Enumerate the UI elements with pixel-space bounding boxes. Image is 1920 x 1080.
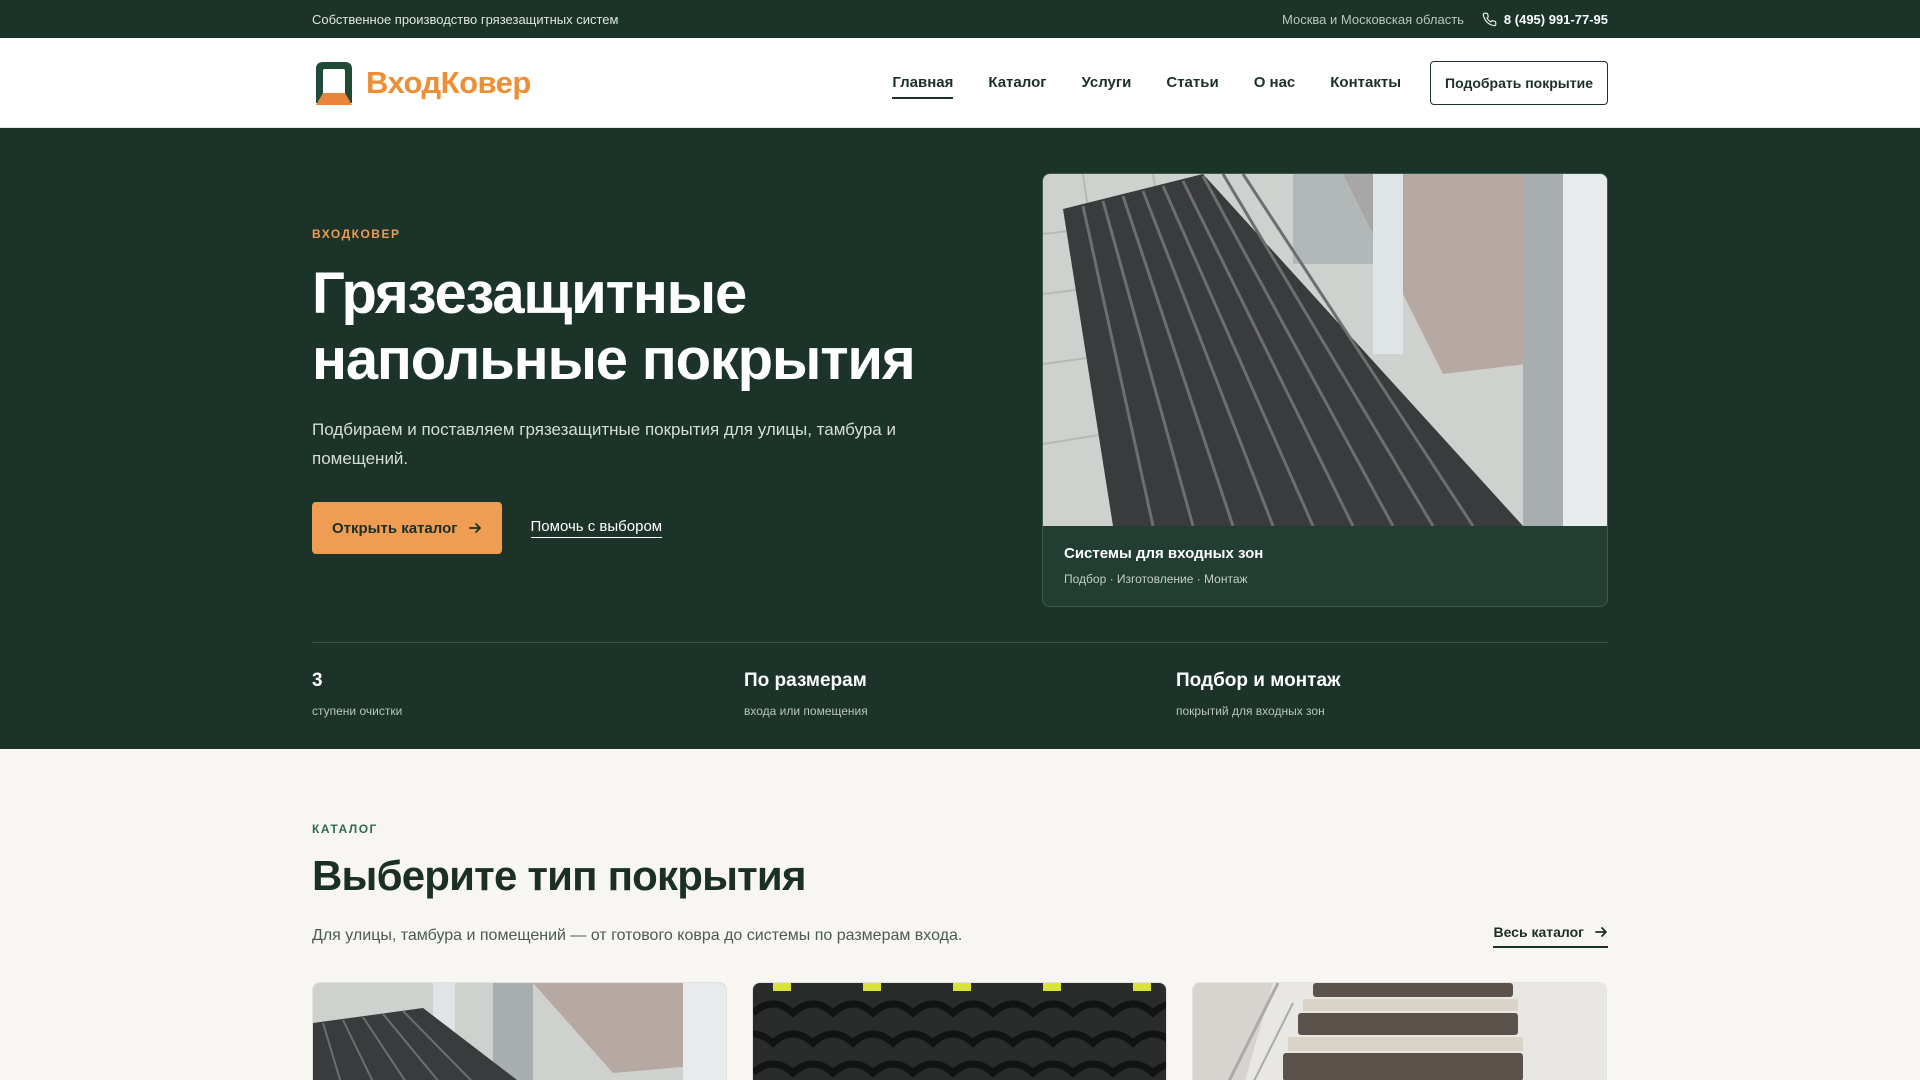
catalog-subtitle: Для улицы, тамбура и помещений — от гото… [312, 927, 963, 944]
catalog-card-rubber-mat[interactable] [752, 982, 1167, 1080]
hero-card-title: Системы для входных зон [1064, 545, 1264, 562]
catalog-title: Выберите тип покрытия [312, 852, 806, 899]
nav-item-home[interactable]: Главная [892, 66, 954, 99]
hero-title-line1: Грязезащитные [312, 261, 747, 326]
nav-item-catalog[interactable]: Каталог [988, 66, 1046, 99]
all-catalog-label: Весь каталог [1493, 924, 1584, 940]
stat-value: По размерам [744, 670, 867, 691]
top-bar: Собственное производство грязезащитных с… [0, 0, 1920, 38]
arrow-right-icon [1595, 927, 1607, 937]
nav-item-articles[interactable]: Статьи [1166, 66, 1218, 99]
hero-actions: Открыть каталог Помочь с выбором [312, 502, 663, 554]
topbar-region: Москва и Московская область [1282, 11, 1464, 27]
logo[interactable]: ВходКовер [312, 59, 531, 106]
hero-title-line2: напольные покрытия [312, 327, 916, 392]
pick-coating-button[interactable]: Подобрать покрытие [1430, 60, 1608, 105]
topbar-tagline: Собственное производство грязезащитных с… [312, 11, 619, 27]
stat-value: 3 [312, 670, 323, 691]
catalog-eyebrow: КАТАЛОГ [312, 822, 378, 836]
stat-value: Подбор и монтаж [1176, 670, 1341, 691]
main-nav: Главная Каталог Услуги Статьи О нас Конт… [857, 60, 1608, 105]
hero-stats: 3 ступени очистки По размерам входа или … [312, 642, 1608, 718]
hero-photo-entrance-mat [1043, 174, 1607, 526]
all-catalog-link[interactable]: Весь каталог [1493, 924, 1608, 948]
help-choose-link[interactable]: Помочь с выбором [530, 518, 663, 538]
arrow-right-icon [468, 523, 481, 533]
card-photo-rubber-mat [753, 983, 1166, 1080]
nav-item-about[interactable]: О нас [1254, 66, 1296, 99]
phone-icon [1482, 12, 1497, 26]
open-catalog-button[interactable]: Открыть каталог [312, 502, 502, 554]
nav-item-services[interactable]: Услуги [1082, 66, 1132, 99]
stat-item: Подбор и монтаж покрытий для входных зон [1176, 643, 1608, 718]
hero-eyebrow: ВХОДКОВЕР [312, 227, 401, 241]
stat-label: ступени очистки [312, 704, 403, 718]
nav-item-contacts[interactable]: Контакты [1330, 66, 1401, 99]
hero-section: ВХОДКОВЕР Грязезащитные напольные покрыт… [0, 128, 1920, 749]
logo-mark-icon [316, 62, 352, 105]
phone-number: 8 (495) 991-77-95 [1503, 11, 1608, 27]
stat-item: По размерам входа или помещения [744, 643, 1176, 718]
open-catalog-label: Открыть каталог [332, 519, 458, 537]
card-photo-stair-mats [1193, 983, 1606, 1080]
phone-link[interactable]: 8 (495) 991-77-95 [1482, 12, 1608, 27]
stat-label: входа или помещения [744, 704, 868, 718]
hero-card[interactable]: Системы для входных зон Подбор · Изготов… [1042, 173, 1608, 607]
logo-text: ВходКовер [366, 64, 531, 100]
catalog-section: КАТАЛОГ Выберите тип покрытия Для улицы,… [0, 749, 1920, 1080]
catalog-card-entrance-system[interactable] [312, 982, 727, 1080]
hero-title: Грязезащитные напольные покрытия [312, 261, 952, 393]
card-photo-entrance-mat [313, 983, 726, 1080]
stat-label: покрытий для входных зон [1176, 704, 1325, 718]
hero-subtitle: Подбираем и поставляем грязезащитные пок… [312, 420, 896, 468]
site-header: ВходКовер Главная Каталог Услуги Статьи … [0, 38, 1920, 128]
hero-card-subtitle: Подбор · Изготовление · Монтаж [1064, 572, 1248, 586]
catalog-card-stair-mats[interactable] [1192, 982, 1607, 1080]
catalog-cards [312, 982, 1608, 1080]
stat-item: 3 ступени очистки [312, 643, 744, 718]
